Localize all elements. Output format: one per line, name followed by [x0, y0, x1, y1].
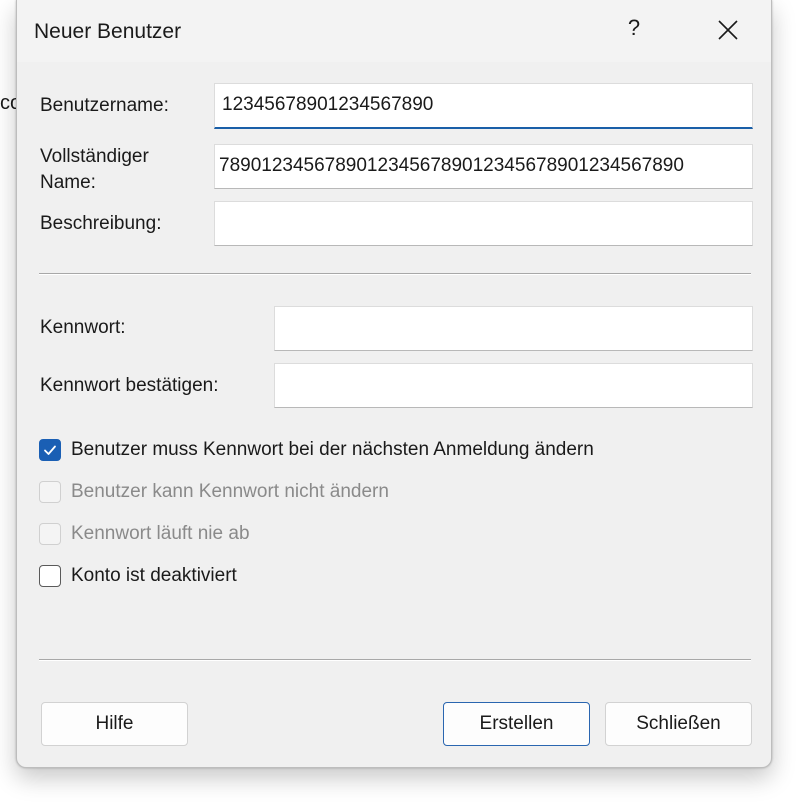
question-mark-icon: ?	[627, 15, 641, 40]
checkbox-label: Konto ist deaktiviert	[71, 565, 237, 586]
checkbox-box[interactable]	[39, 439, 61, 461]
checkbox-password-never-expires[interactable]: Kennwort läuft nie ab	[39, 520, 250, 548]
checkbox-label: Kennwort läuft nie ab	[71, 523, 250, 544]
checkbox-cannot-change-password[interactable]: Benutzer kann Kennwort nicht ändern	[39, 478, 389, 506]
close-title-button[interactable]	[701, 0, 755, 60]
background-window-text: co	[0, 92, 16, 114]
description-input[interactable]	[214, 201, 753, 246]
checkbox-label: Benutzer muss Kennwort bei der nächsten …	[71, 439, 594, 460]
create-button[interactable]: Erstellen	[443, 702, 590, 746]
help-title-button[interactable]: ?	[609, 0, 659, 60]
username-input[interactable]: 12345678901234567890	[214, 83, 753, 129]
confirm-password-label: Kennwort bestätigen:	[40, 375, 219, 396]
checkbox-account-disabled[interactable]: Konto ist deaktiviert	[39, 562, 237, 590]
checkbox-must-change-password[interactable]: Benutzer muss Kennwort bei der nächsten …	[39, 436, 594, 464]
fullname-label-line2: Name:	[40, 172, 96, 193]
checkbox-box[interactable]	[39, 523, 61, 545]
fullname-label-line1: Vollständiger	[40, 146, 149, 167]
password-label: Kennwort:	[40, 317, 126, 338]
checkbox-box[interactable]	[39, 481, 61, 503]
new-user-dialog: Neuer Benutzer ? Benutzername: 123456789…	[16, 0, 772, 768]
confirm-password-input[interactable]	[274, 363, 753, 408]
checkmark-icon	[44, 445, 56, 455]
checkbox-box[interactable]	[39, 565, 61, 587]
separator-top	[39, 273, 751, 275]
fullname-input[interactable]: 7890123456789012345678901234567890123456…	[214, 144, 753, 189]
help-button[interactable]: Hilfe	[41, 702, 188, 746]
close-icon	[718, 20, 738, 40]
password-input[interactable]	[274, 306, 753, 351]
checkbox-label: Benutzer kann Kennwort nicht ändern	[71, 481, 389, 502]
dialog-title: Neuer Benutzer	[34, 20, 182, 43]
close-button[interactable]: Schließen	[605, 702, 752, 746]
username-label: Benutzername:	[40, 95, 169, 116]
separator-bottom	[39, 659, 751, 661]
title-bar: Neuer Benutzer ?	[17, 0, 771, 62]
description-label: Beschreibung:	[40, 213, 162, 234]
